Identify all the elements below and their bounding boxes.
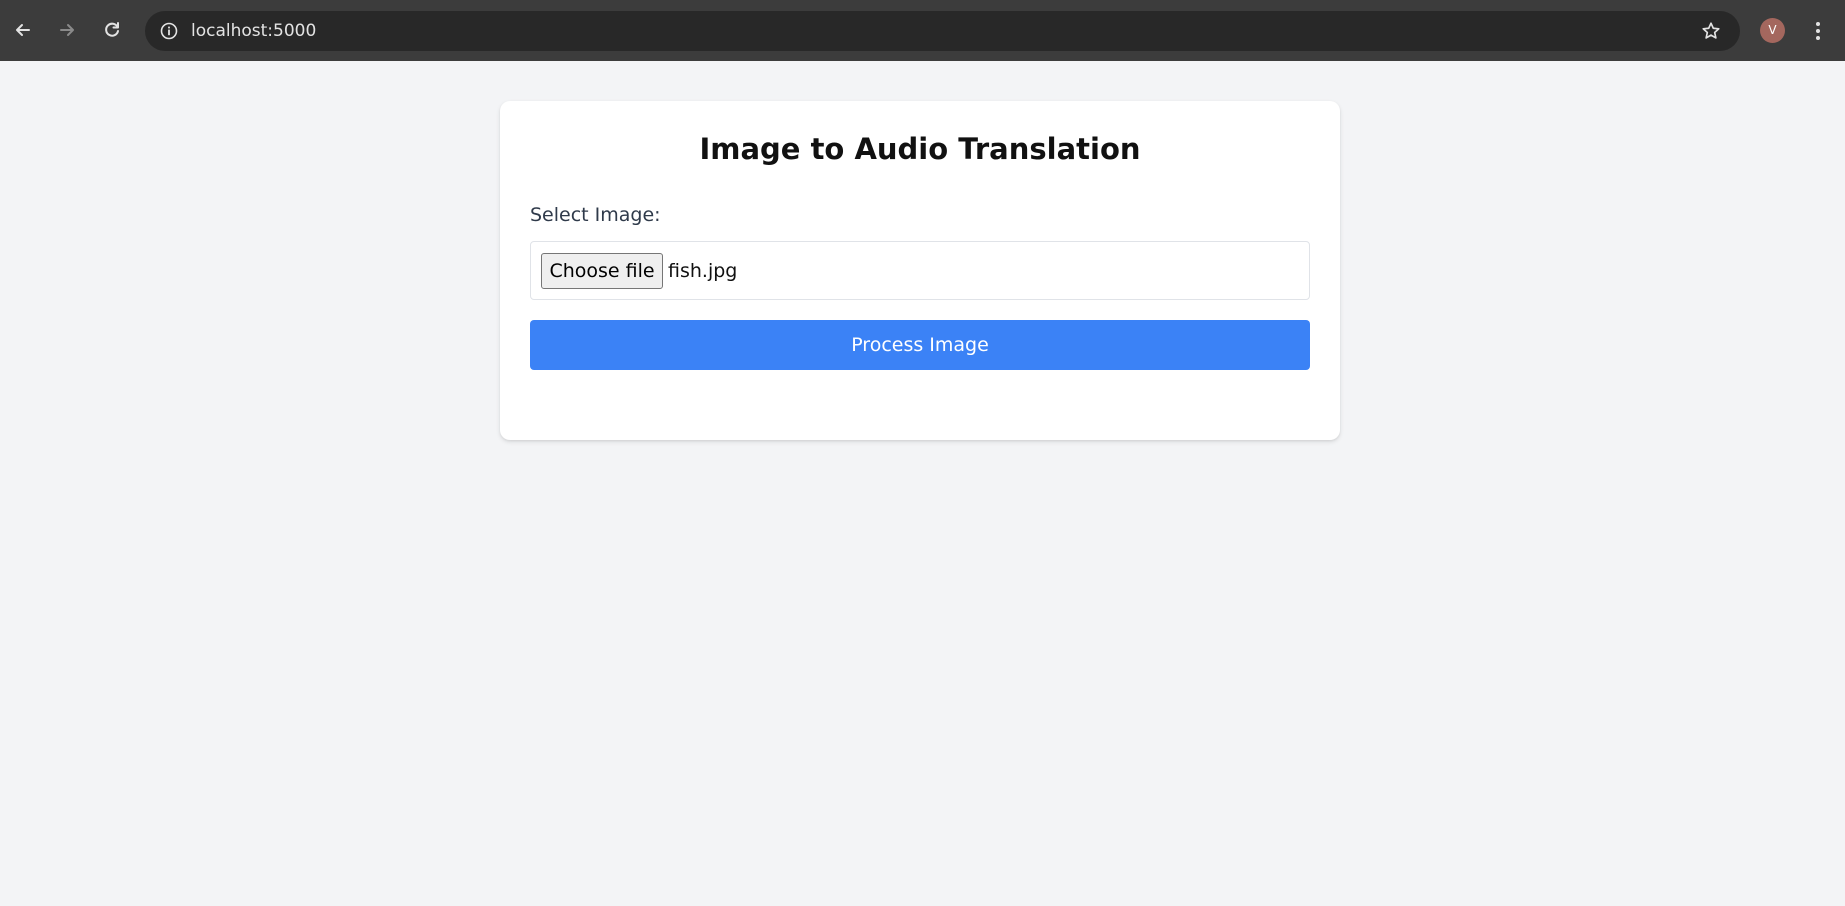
profile-avatar[interactable]: V [1760,18,1785,43]
selected-file-name: fish.jpg [668,260,738,282]
forward-arrow-icon [60,24,74,36]
back-arrow-icon [16,24,30,36]
process-image-button[interactable]: Process Image [530,320,1310,370]
forward-button[interactable] [51,14,83,46]
reload-icon [105,22,119,37]
upload-card: Image to Audio Translation Select Image:… [500,101,1340,440]
info-icon[interactable] [159,21,179,41]
address-bar[interactable]: localhost:5000 [145,11,1740,51]
image-field-label: Select Image: [530,204,661,226]
file-input[interactable]: Choose file fish.jpg [530,241,1310,300]
back-button[interactable] [7,14,39,46]
url-text[interactable]: localhost:5000 [191,21,316,41]
page-title: Image to Audio Translation [699,132,1141,166]
vertical-dots-icon[interactable] [1805,18,1831,44]
choose-file-button[interactable]: Choose file [541,253,663,289]
browser-toolbar: localhost:5000 V [0,0,1845,61]
star-icon[interactable] [1700,20,1722,42]
reload-button[interactable] [96,14,128,46]
